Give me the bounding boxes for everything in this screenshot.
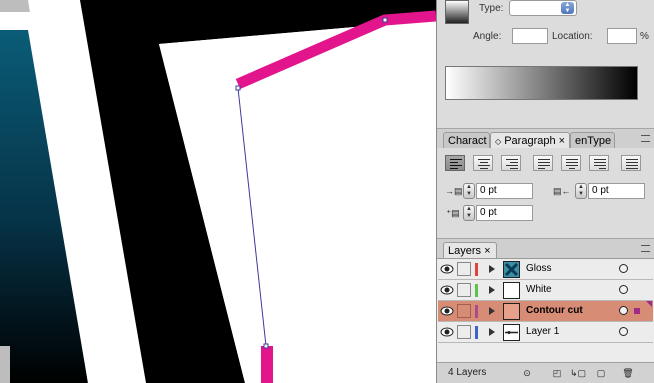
gray-shape-bottom <box>0 346 10 383</box>
layer-color-bar <box>475 326 478 339</box>
left-indent-field[interactable]: 0 pt <box>476 183 533 199</box>
layer-name: Gloss <box>526 263 552 274</box>
location-label: Location: <box>552 31 593 42</box>
layer-row-gloss[interactable]: Gloss <box>438 259 653 280</box>
layer-thumbnail <box>503 261 520 278</box>
tab-opentype[interactable]: enType <box>570 132 615 148</box>
artwork[interactable] <box>0 0 436 383</box>
anchor-point[interactable] <box>263 343 269 349</box>
expand-arrow-icon[interactable] <box>489 286 495 294</box>
make-clipping-mask-icon[interactable]: ◰ <box>549 366 565 380</box>
new-sublayer-icon[interactable]: ↳▢ <box>570 366 586 380</box>
layer-row-white[interactable]: White <box>438 280 653 301</box>
selection-corner-mark <box>646 301 652 307</box>
type-label: Type: <box>479 3 504 14</box>
gloss-thumbnail-art <box>504 262 519 277</box>
panel-menu-icon[interactable] <box>641 245 650 252</box>
layer-color-bar <box>475 305 478 318</box>
eye-icon[interactable] <box>440 305 454 317</box>
angle-label: Angle: <box>473 31 502 42</box>
left-indent-stepper[interactable]: ▲ ▼ <box>463 183 475 199</box>
tab-layers[interactable]: Layers × <box>443 242 497 258</box>
layer-name: White <box>526 284 552 295</box>
lock-toggle[interactable] <box>457 325 471 339</box>
gradient-panel: Type: ▲ ▼ Angle: Location: % <box>437 0 654 128</box>
anchor-point[interactable] <box>235 85 241 91</box>
layer-name: Contour cut <box>526 305 583 316</box>
align-left-icon[interactable] <box>445 155 465 171</box>
tab-character[interactable]: Charact <box>443 132 490 148</box>
right-indent-stepper[interactable]: ▲ ▼ <box>575 183 587 199</box>
target-icon[interactable] <box>619 264 628 273</box>
lock-toggle[interactable] <box>457 304 471 318</box>
layers-list: Gloss White Contour cut Layer 1 <box>437 258 654 346</box>
align-center-icon[interactable] <box>473 155 493 171</box>
eye-icon[interactable] <box>440 326 454 338</box>
locate-object-icon[interactable]: ⊙ <box>519 366 535 380</box>
location-unit: % <box>640 31 649 42</box>
close-icon[interactable]: × <box>559 135 565 147</box>
tab-layers-label: Layers <box>448 245 482 257</box>
expand-arrow-icon[interactable] <box>489 265 495 273</box>
layer-row-contour-cut[interactable]: Contour cut <box>438 301 653 322</box>
layer-name: Layer 1 <box>526 326 560 337</box>
artboard-canvas[interactable] <box>0 0 436 383</box>
angle-field[interactable] <box>512 28 548 44</box>
layer-thumbnail <box>503 324 520 341</box>
target-icon[interactable] <box>619 327 628 336</box>
layer-color-bar <box>475 284 478 297</box>
select-arrows-icon: ▲ ▼ <box>561 2 574 14</box>
justify-left-icon[interactable] <box>533 155 553 171</box>
gradient-swatch[interactable] <box>445 0 469 24</box>
close-icon[interactable]: × <box>484 245 490 257</box>
layer-thumbnail <box>503 303 520 320</box>
first-line-indent-stepper[interactable]: ▲ ▼ <box>463 205 475 221</box>
layer-thumbnail <box>503 282 520 299</box>
target-icon[interactable] <box>619 306 628 315</box>
lock-toggle[interactable] <box>457 283 471 297</box>
panel-menu-icon[interactable] <box>641 135 650 142</box>
panel-dock: Type: ▲ ▼ Angle: Location: % Charact ◇ Pa… <box>436 0 654 383</box>
eye-icon[interactable] <box>440 263 454 275</box>
first-line-indent-icon: ⁺▤ <box>446 208 460 218</box>
gradient-type-select[interactable]: ▲ ▼ <box>509 0 577 16</box>
anchor-point[interactable] <box>382 17 388 23</box>
tab-paragraph-label: Paragraph <box>504 135 556 147</box>
gradient-slider-bar[interactable] <box>445 66 638 100</box>
align-right-icon[interactable] <box>501 155 521 171</box>
trash-icon[interactable]: 🗑 <box>620 366 636 380</box>
lock-toggle[interactable] <box>457 262 471 276</box>
selection-indicator[interactable] <box>634 308 640 314</box>
tab-paragraph[interactable]: ◇ Paragraph × <box>490 132 570 148</box>
layers-empty-area <box>437 346 654 362</box>
left-indent-icon: →▤ <box>445 186 463 196</box>
justify-right-icon[interactable] <box>589 155 609 171</box>
justify-all-icon[interactable] <box>621 155 641 171</box>
magenta-stroke-segment[interactable] <box>261 346 273 383</box>
justify-center-icon[interactable] <box>561 155 581 171</box>
tab-arrows-icon: ◇ <box>495 137 502 146</box>
location-field[interactable] <box>607 28 637 44</box>
right-indent-icon: ▤← <box>553 186 571 196</box>
layer-color-bar <box>475 263 478 276</box>
eye-icon[interactable] <box>440 284 454 296</box>
expand-arrow-icon[interactable] <box>489 328 495 336</box>
layer-count: 4 Layers <box>448 367 487 378</box>
new-layer-icon[interactable]: ▢ <box>593 366 609 380</box>
first-line-indent-field[interactable]: 0 pt <box>476 205 533 221</box>
target-icon[interactable] <box>619 285 628 294</box>
paragraph-panel: Charact ◇ Paragraph × enType →▤ ▲ ▼ 0 pt … <box>437 128 654 238</box>
layer1-thumbnail-art <box>505 331 518 334</box>
right-indent-field[interactable]: 0 pt <box>588 183 645 199</box>
expand-arrow-icon[interactable] <box>489 307 495 315</box>
layer-row-layer-1[interactable]: Layer 1 <box>438 322 653 343</box>
